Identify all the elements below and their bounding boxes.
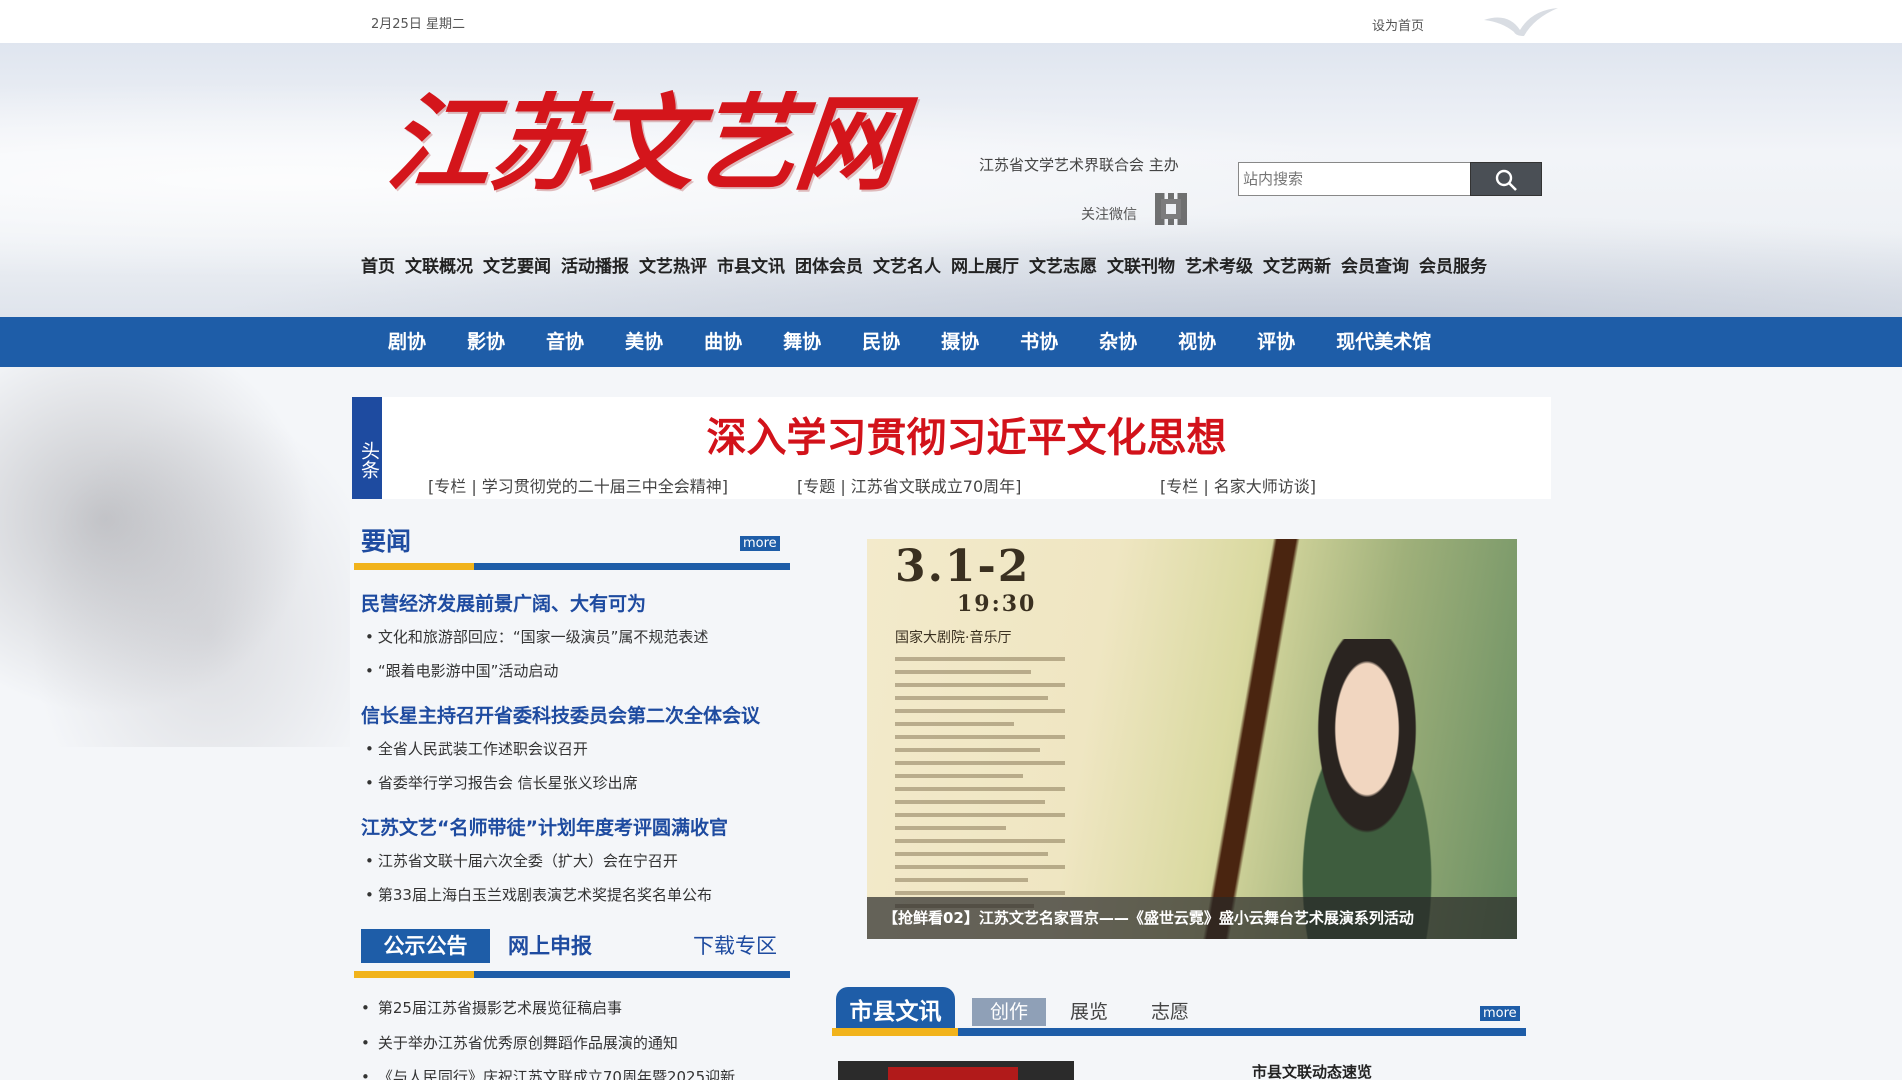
- assoc-item[interactable]: 音协: [546, 317, 584, 367]
- nav-item-volunteers[interactable]: 文艺志愿: [1029, 252, 1097, 277]
- notice-item[interactable]: 第25届江苏省摄影艺术展览征稿启事: [361, 997, 622, 1018]
- site-logo[interactable]: 江苏文艺网: [379, 61, 905, 226]
- headline-tag: 头条: [352, 397, 382, 499]
- lotus-decoration: [0, 367, 350, 747]
- search-input[interactable]: [1238, 162, 1472, 196]
- nav-item-online-gallery[interactable]: 网上展厅: [951, 252, 1019, 277]
- wechat-follow-label: 关注微信: [1081, 207, 1137, 223]
- poster-time: 19:30: [957, 591, 1037, 617]
- news-item[interactable]: 全省人民武装工作述职会议召开: [365, 738, 588, 759]
- nav-item-members[interactable]: 团体会员: [795, 252, 863, 277]
- tab-creation[interactable]: 创作: [972, 998, 1047, 1026]
- nav-item-member-services[interactable]: 会员服务: [1419, 252, 1487, 277]
- poster-date: 3.1-2: [895, 541, 1031, 592]
- nav-item-member-search[interactable]: 会员查询: [1341, 252, 1409, 277]
- search-button[interactable]: [1470, 162, 1542, 196]
- nav-item-two-new[interactable]: 文艺两新: [1263, 252, 1331, 277]
- news-more-button[interactable]: more: [740, 536, 780, 551]
- site-header: 江苏文艺网 江苏省文学艺术界联合会 主办 关注微信 首页 文联概况 文艺要闻 活…: [0, 43, 1902, 317]
- news-headline[interactable]: 江苏文艺“名师带徒”计划年度考评圆满收官: [361, 813, 728, 840]
- city-more-button[interactable]: more: [1480, 1006, 1520, 1021]
- assoc-item[interactable]: 美协: [625, 317, 663, 367]
- city-news-item[interactable]: 市县文联动态速览: [1252, 1061, 1372, 1080]
- tab-downloads[interactable]: 下载专区: [693, 929, 777, 963]
- association-navigation: 剧协 影协 音协 美协 曲协 舞协 民协 摄协 书协 杂协 视协 评协 现代美术…: [0, 317, 1902, 367]
- nav-item-overview[interactable]: 文联概况: [405, 252, 473, 277]
- assoc-item[interactable]: 摄协: [941, 317, 979, 367]
- nav-item-activities[interactable]: 活动播报: [561, 252, 629, 277]
- news-item[interactable]: 江苏省文联十届六次全委（扩大）会在宁召开: [365, 850, 678, 871]
- assoc-item[interactable]: 影协: [467, 317, 505, 367]
- poster-program-text-decoration: [895, 657, 1065, 917]
- news-headline[interactable]: 民营经济发展前景广阔、大有可为: [361, 589, 646, 616]
- nav-item-publications[interactable]: 文联刊物: [1107, 252, 1175, 277]
- performer-image: [1267, 639, 1467, 939]
- tab-volunteer[interactable]: 志愿: [1151, 998, 1189, 1026]
- assoc-item[interactable]: 舞协: [783, 317, 821, 367]
- assoc-item-museum[interactable]: 现代美术馆: [1336, 317, 1431, 367]
- tab-online-application[interactable]: 网上申报: [508, 929, 592, 963]
- main-navigation: 首页 文联概况 文艺要闻 活动播报 文艺热评 市县文讯 团体会员 文艺名人 网上…: [361, 252, 1497, 277]
- top-bar: 2月25日 星期二 设为首页: [0, 0, 1902, 43]
- headline-link[interactable]: [专栏 | 学习贯彻党的二十届三中全会精神]: [428, 473, 728, 497]
- news-item[interactable]: 文化和旅游部回应：“国家一级演员”属不规范表述: [365, 626, 709, 647]
- nav-item-reviews[interactable]: 文艺热评: [639, 252, 707, 277]
- tab-announcements[interactable]: 公示公告: [361, 929, 490, 963]
- host-organization: 江苏省文学艺术界联合会 主办: [979, 156, 1179, 174]
- assoc-item[interactable]: 民协: [862, 317, 900, 367]
- notices-divider: [354, 971, 790, 978]
- news-section-title: 要闻: [361, 527, 412, 556]
- nav-item-news[interactable]: 文艺要闻: [483, 252, 551, 277]
- assoc-item[interactable]: 曲协: [704, 317, 742, 367]
- nav-item-city-news[interactable]: 市县文讯: [717, 252, 785, 277]
- tab-exhibition[interactable]: 展览: [1070, 998, 1108, 1026]
- assoc-item[interactable]: 杂协: [1099, 317, 1137, 367]
- news-item[interactable]: “跟着电影游中国”活动启动: [365, 660, 559, 681]
- nav-item-celebrities[interactable]: 文艺名人: [873, 252, 941, 277]
- assoc-item[interactable]: 评协: [1257, 317, 1295, 367]
- assoc-item[interactable]: 视协: [1178, 317, 1216, 367]
- notice-item[interactable]: 关于举办江苏省优秀原创舞蹈作品展演的通知: [361, 1032, 678, 1053]
- search-icon: [1495, 169, 1517, 191]
- city-news-thumbnail[interactable]: [838, 1061, 1074, 1080]
- headline-link[interactable]: [专题 | 江苏省文联成立70周年]: [797, 473, 1021, 497]
- nav-item-art-exams[interactable]: 艺术考级: [1185, 252, 1253, 277]
- seagull-decoration-icon: [1484, 8, 1558, 36]
- assoc-item[interactable]: 书协: [1020, 317, 1058, 367]
- qr-code-icon[interactable]: [1155, 193, 1187, 225]
- news-headline[interactable]: 信长星主持召开省委科技委员会第二次全体会议: [361, 701, 760, 728]
- poster-caption[interactable]: 【抢鲜看02】江苏文艺名家晋京——《盛世云霓》盛小云舞台艺术展演系列活动: [867, 897, 1517, 939]
- notice-item[interactable]: 《与人民同行》庆祝江苏文联成立70周年暨2025迎新: [361, 1066, 735, 1080]
- nav-item-home[interactable]: 首页: [361, 252, 395, 277]
- headline-link[interactable]: [专栏 | 名家大师访谈]: [1160, 473, 1316, 497]
- headline-block: 深入学习贯彻习近平文化思想 头条 [专栏 | 学习贯彻党的二十届三中全会精神] …: [352, 397, 1551, 499]
- news-divider: [354, 563, 790, 570]
- assoc-item[interactable]: 剧协: [388, 317, 426, 367]
- headline-title[interactable]: 深入学习贯彻习近平文化思想: [352, 405, 1551, 463]
- news-item[interactable]: 第33届上海白玉兰戏剧表演艺术奖提名奖名单公布: [365, 884, 712, 905]
- featured-poster[interactable]: 3.1-2 19:30 国家大剧院·音乐厅 【抢鲜看02】江苏文艺名家晋京——《…: [867, 539, 1517, 939]
- date-label: 2月25日 星期二: [371, 17, 465, 32]
- city-divider: [832, 1028, 1526, 1036]
- poster-venue: 国家大剧院·音乐厅: [895, 630, 1012, 646]
- news-item[interactable]: 省委举行学习报告会 信长星张义珍出席: [365, 772, 638, 793]
- set-homepage-link[interactable]: 设为首页: [1372, 15, 1424, 34]
